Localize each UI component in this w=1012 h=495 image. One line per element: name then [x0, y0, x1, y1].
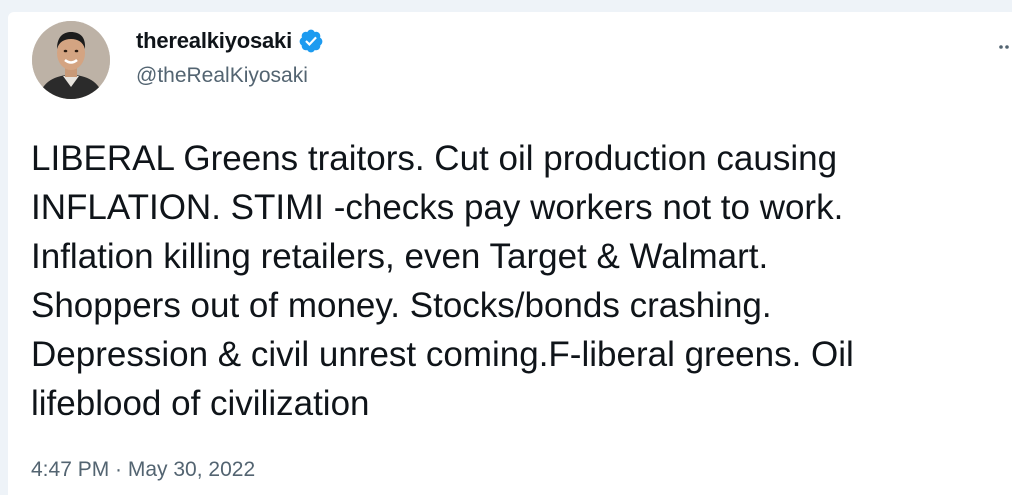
verified-badge-icon — [298, 28, 324, 54]
tweet-timestamp[interactable]: 4:47 PM · May 30, 2022 — [31, 458, 255, 482]
more-options-icon[interactable] — [998, 40, 1012, 50]
tweet-text: LIBERAL Greens traitors. Cut oil product… — [31, 139, 854, 423]
avatar[interactable] — [32, 21, 110, 99]
avatar-photo — [32, 21, 110, 99]
author-name-row: therealkiyosaki — [136, 26, 324, 56]
display-name[interactable]: therealkiyosaki — [136, 28, 292, 54]
author-handle[interactable]: @theRealKiyosaki — [136, 64, 308, 88]
tweet-card: therealkiyosaki @theRealKiyosaki LIBERAL… — [8, 12, 1012, 495]
